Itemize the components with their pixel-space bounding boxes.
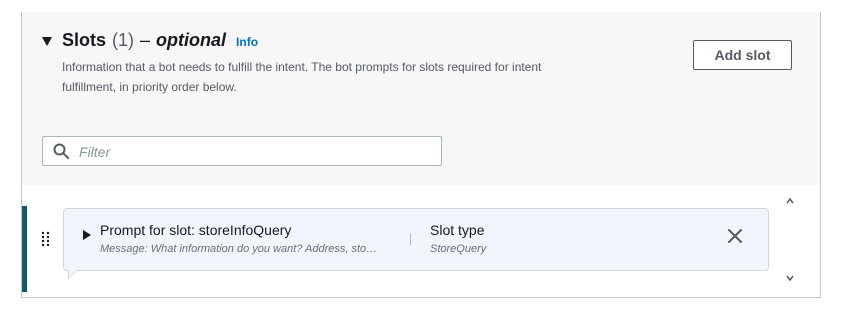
slot-card[interactable]: Prompt for slot: storeInfoQuery Message:… <box>63 208 769 279</box>
slots-header: Slots (1) – optional Info Information th… <box>22 12 820 116</box>
slot-type-value: StoreQuery <box>430 243 487 255</box>
slots-description: Information that a bot needs to fulfill … <box>62 60 542 94</box>
slots-panel: Slots (1) – optional Info Information th… <box>21 12 821 298</box>
slot-list: Prompt for slot: storeInfoQuery Message:… <box>22 185 820 297</box>
caret-down-icon[interactable] <box>42 37 52 46</box>
scrollbar[interactable] <box>783 194 797 286</box>
filter-input[interactable] <box>77 141 431 163</box>
filter-box[interactable] <box>42 136 442 166</box>
slot-type-label: Slot type <box>430 222 485 238</box>
drag-handle-icon[interactable] <box>41 231 51 247</box>
optional-label: optional <box>156 30 227 50</box>
scroll-up-icon[interactable] <box>786 197 794 205</box>
slots-title: Slots <box>62 30 107 50</box>
expand-icon[interactable] <box>83 230 91 240</box>
selected-accent-bar <box>22 206 27 292</box>
slots-count: (1) <box>112 30 135 50</box>
slot-prompt-message: Message: What information do you want? A… <box>100 243 378 255</box>
info-link[interactable]: Info <box>236 35 258 49</box>
search-icon <box>53 143 69 159</box>
slots-title-row: Slots (1) – optional Info <box>62 30 258 51</box>
slot-prompt-title: Prompt for slot: storeInfoQuery <box>100 222 292 238</box>
close-icon[interactable] <box>726 227 744 245</box>
title-dash: – <box>140 30 151 50</box>
filter-area <box>22 115 820 185</box>
scroll-down-icon[interactable] <box>786 274 794 282</box>
column-divider <box>410 234 411 245</box>
add-slot-button[interactable]: Add slot <box>693 40 792 70</box>
card-tail-inner <box>69 270 77 277</box>
